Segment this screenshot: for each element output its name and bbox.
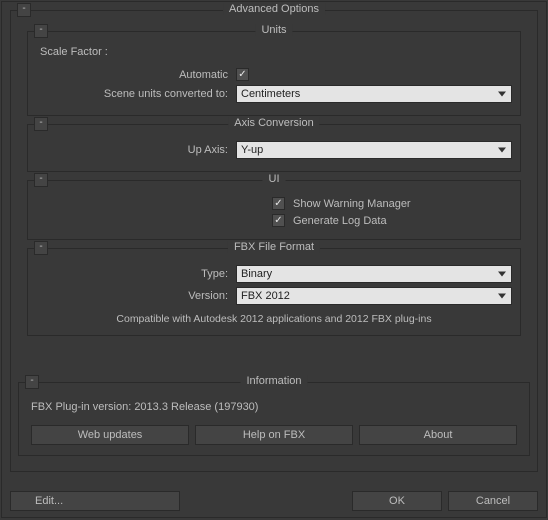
text-compat-note: Compatible with Autodesk 2012 applicatio…	[36, 309, 512, 327]
group-units: - Units Scale Factor : Automatic Scene u…	[27, 31, 521, 116]
group-title-info: Information	[240, 375, 307, 387]
label-scale-factor: Scale Factor :	[36, 44, 512, 64]
collapse-units[interactable]: -	[34, 24, 48, 38]
group-title-fbx: FBX File Format	[228, 241, 320, 253]
collapse-ui[interactable]: -	[34, 173, 48, 187]
group-title-advanced-options: Advanced Options	[223, 3, 325, 15]
group-information: - Information FBX Plug-in version: 2013.…	[18, 382, 530, 456]
select-up-axis[interactable]: Y-up	[236, 141, 512, 159]
checkbox-log-data[interactable]	[272, 214, 285, 227]
label-up-axis: Up Axis:	[36, 144, 236, 156]
select-scene-units-value: Centimeters	[241, 88, 300, 100]
group-title-units: Units	[255, 24, 292, 36]
checkbox-warning-manager[interactable]	[272, 197, 285, 210]
label-automatic: Automatic	[36, 69, 236, 81]
button-edit[interactable]: Edit...	[10, 491, 180, 511]
button-help-fbx[interactable]: Help on FBX	[195, 425, 353, 445]
select-type-value: Binary	[241, 268, 272, 280]
button-ok[interactable]: OK	[352, 491, 442, 511]
button-about[interactable]: About	[359, 425, 517, 445]
select-up-axis-value: Y-up	[241, 144, 263, 156]
select-type[interactable]: Binary	[236, 265, 512, 283]
group-fbx-format: - FBX File Format Type: Binary Version: …	[27, 248, 521, 336]
group-title-ui: UI	[263, 173, 286, 185]
group-axis-conversion: - Axis Conversion Up Axis: Y-up	[27, 124, 521, 172]
group-title-axis: Axis Conversion	[228, 117, 319, 129]
label-warning-manager: Show Warning Manager	[293, 198, 411, 210]
collapse-advanced-options[interactable]: -	[17, 3, 31, 17]
select-version[interactable]: FBX 2012	[236, 287, 512, 305]
button-cancel[interactable]: Cancel	[448, 491, 538, 511]
collapse-info[interactable]: -	[25, 375, 39, 389]
label-scene-units: Scene units converted to:	[36, 88, 236, 100]
group-ui: - UI Show Warning Manager Generate Log D…	[27, 180, 521, 240]
checkbox-automatic[interactable]	[236, 68, 249, 81]
label-version: Version:	[36, 290, 236, 302]
bottom-button-bar: Edit... OK Cancel	[2, 491, 546, 511]
collapse-axis[interactable]: -	[34, 117, 48, 131]
button-web-updates[interactable]: Web updates	[31, 425, 189, 445]
text-plugin-version: FBX Plug-in version: 2013.3 Release (197…	[27, 395, 521, 423]
label-log-data: Generate Log Data	[293, 215, 387, 227]
select-scene-units[interactable]: Centimeters	[236, 85, 512, 103]
select-version-value: FBX 2012	[241, 290, 290, 302]
label-type: Type:	[36, 268, 236, 280]
collapse-fbx[interactable]: -	[34, 241, 48, 255]
